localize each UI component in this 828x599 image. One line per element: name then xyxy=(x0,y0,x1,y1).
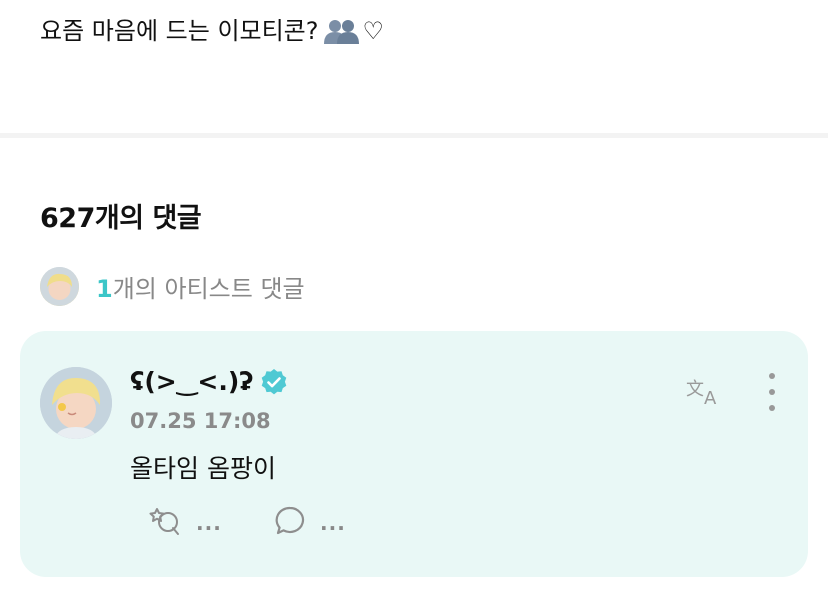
section-divider xyxy=(0,133,828,138)
reply-count: ... xyxy=(320,511,346,535)
busts-in-silhouette-icon xyxy=(321,16,361,46)
comment-count-heading: 627개의 댓글 xyxy=(40,203,202,234)
translate-icon[interactable]: 文 A xyxy=(684,373,728,409)
post-body: 요즘 마음에 드는 이모티콘? xyxy=(40,17,319,45)
artist-avatar-small xyxy=(40,266,79,306)
more-dot xyxy=(769,373,775,379)
more-options-icon[interactable] xyxy=(760,373,784,411)
comment-body: 올타임 옴팡이 xyxy=(130,454,276,483)
heart-symbol: ♡ xyxy=(362,17,385,45)
svg-text:A: A xyxy=(704,388,717,407)
artist-comments-count: 1 xyxy=(96,274,113,303)
avatar[interactable] xyxy=(40,367,112,439)
comment-author[interactable]: ʢ(>‿<.)ʡ xyxy=(130,367,288,396)
speech-bubble-icon xyxy=(274,505,306,541)
like-button[interactable]: ... xyxy=(148,505,222,541)
reply-button[interactable]: ... xyxy=(274,505,346,541)
sticker-like-icon xyxy=(148,505,182,541)
artist-comment-card: ʢ(>‿<.)ʡ 07.25 17:08 올타임 옴팡이 文 A ... ... xyxy=(20,331,808,577)
svg-text:文: 文 xyxy=(686,379,704,400)
artist-comments-link[interactable]: 1개의 아티스트 댓글 xyxy=(40,266,305,306)
more-dot xyxy=(769,405,775,411)
artist-comments-text: 개의 아티스트 댓글 xyxy=(112,274,305,303)
verified-badge-icon xyxy=(260,368,288,396)
like-count: ... xyxy=(196,511,222,535)
author-name: ʢ(>‿<.)ʡ xyxy=(130,367,254,396)
comment-timestamp: 07.25 17:08 xyxy=(130,409,271,433)
more-dot xyxy=(769,389,775,395)
post-text: 요즘 마음에 드는 이모티콘? ♡ xyxy=(40,14,384,48)
artist-comments-label: 1개의 아티스트 댓글 xyxy=(96,269,305,304)
